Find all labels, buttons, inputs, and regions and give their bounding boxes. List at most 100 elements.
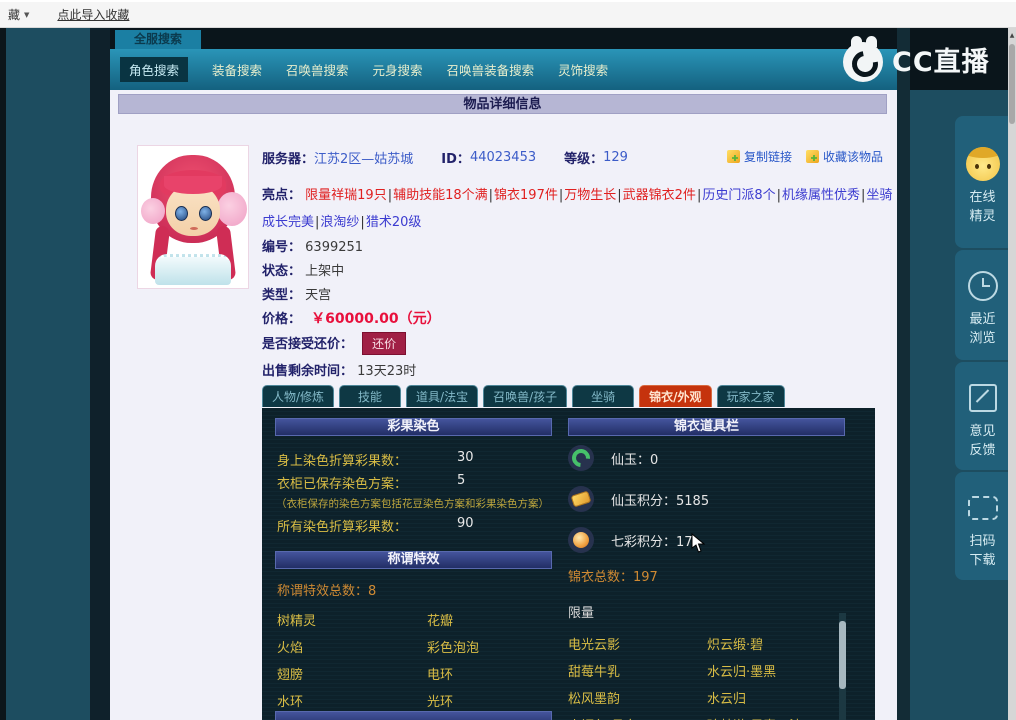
tab-home[interactable]: 玩家之家 bbox=[716, 385, 785, 407]
status-row: 状态： 上架中 bbox=[262, 264, 345, 279]
tab-lingshi-search[interactable]: 灵饰搜索 bbox=[558, 60, 608, 79]
dye-stat-row: 所有染色折算彩果数： 90 bbox=[277, 516, 474, 535]
item-detail-panel: 物品详细信息 服务器： 江苏2区—姑苏城 ID： 44023453 等级： 12… bbox=[110, 90, 897, 720]
dye-stat-row: 身上染色折算彩果数： 30 bbox=[277, 450, 474, 469]
search-nav-bar: 角色搜索 装备搜索 召唤兽搜索 元身搜索 召唤兽装备搜索 灵饰搜索 bbox=[110, 49, 897, 90]
limited-item: 水云归 bbox=[707, 692, 747, 707]
title-effects-header: 称谓特效 bbox=[275, 551, 552, 569]
page-scrollbar-thumb[interactable] bbox=[1009, 44, 1015, 124]
highlights-row: 亮点： 限量祥瑞19只|辅助技能18个满|锦衣197件|万物生长|武器锦衣2件|… bbox=[262, 188, 893, 230]
tab-pet-search[interactable]: 召唤兽搜索 bbox=[286, 60, 349, 79]
left-dark-strip bbox=[90, 28, 110, 720]
sidebar-item-recent-history[interactable]: 最近 浏览 bbox=[955, 250, 1010, 360]
qr-scan-icon bbox=[967, 496, 998, 520]
id-value: 44023453 bbox=[469, 150, 537, 165]
tab-items[interactable]: 道具/法宝 bbox=[406, 385, 479, 407]
character-avatar bbox=[137, 145, 249, 289]
cc-mascot-icon bbox=[841, 36, 887, 83]
rainbow-pearl-icon bbox=[568, 527, 594, 553]
effect-item: 电环 bbox=[427, 668, 454, 683]
edit-icon bbox=[968, 384, 997, 412]
bargain-button[interactable]: 还价 bbox=[362, 332, 407, 355]
page-scrollbar[interactable]: ▲ bbox=[1008, 28, 1016, 720]
dye-note: （衣柜保存的染色方案包括花豆染色方案和彩果染色方案） bbox=[276, 498, 549, 510]
effect-item: 花瓣 bbox=[427, 614, 454, 629]
favorite-item-button[interactable]: 收藏该物品 bbox=[805, 148, 883, 165]
bookmark-bar: 藏 ▼ 点此导入收藏 bbox=[0, 0, 1016, 28]
price-row: 价格： ￥60000.00（元） bbox=[262, 311, 441, 327]
limited-header: 限量 bbox=[568, 606, 595, 621]
server-value: 江苏2区—姑苏城 bbox=[314, 152, 414, 167]
tab-skills[interactable]: 技能 bbox=[339, 385, 402, 407]
highlight-item: 武器锦衣2件 bbox=[622, 188, 696, 203]
currency-row: 仙玉积分：5185 bbox=[568, 485, 709, 513]
sidebar-item-online-sprite[interactable]: 在线 精灵 bbox=[955, 116, 1010, 248]
import-favorites-link[interactable]: 点此导入收藏 bbox=[57, 6, 129, 23]
level-label: 等级： bbox=[564, 152, 604, 167]
item-number-row: 编号： 6399251 bbox=[262, 240, 364, 255]
effect-item: 翅膀 bbox=[277, 668, 304, 683]
tab-full-server-search[interactable]: 全服搜索 bbox=[115, 30, 201, 49]
status-value: 上架中 bbox=[305, 264, 345, 279]
price-value: ￥60000.00（元） bbox=[311, 311, 441, 327]
favorite-icon bbox=[805, 150, 819, 163]
effect-item: 火焰 bbox=[277, 641, 304, 656]
level-value: 129 bbox=[603, 150, 628, 165]
bookmark-folder[interactable]: 藏 ▼ bbox=[8, 6, 29, 23]
dye-section-header: 彩果染色 bbox=[275, 418, 552, 436]
items-section-header: 锦衣道具栏 bbox=[568, 418, 845, 436]
highlight-item: 历史门派8个 bbox=[702, 188, 776, 203]
tab-pets[interactable]: 召唤兽/孩子 bbox=[483, 385, 568, 407]
mouse-cursor-icon bbox=[691, 532, 706, 557]
tab-mounts[interactable]: 坐骑 bbox=[572, 385, 635, 407]
effect-item: 树精灵 bbox=[277, 614, 317, 629]
chevron-down-icon: ▼ bbox=[24, 10, 30, 19]
cc-logo-text: CC直播 bbox=[892, 46, 990, 78]
remaining-time-value: 13天23时 bbox=[357, 364, 417, 379]
sidebar-item-qr-download[interactable]: 扫码 下载 bbox=[955, 472, 1010, 580]
bargain-row: 是否接受还价： 还价 bbox=[262, 332, 407, 355]
cc-live-logo: CC直播 bbox=[841, 36, 990, 83]
highlight-item: 猎术20级 bbox=[365, 215, 422, 230]
next-section-header bbox=[275, 711, 552, 720]
tab-yuanshen-search[interactable]: 元身搜索 bbox=[373, 60, 423, 79]
tab-wardrobe[interactable]: 锦衣/外观 bbox=[639, 385, 712, 407]
limited-item: 炽云缎·碧 bbox=[707, 638, 764, 653]
id-label: ID： bbox=[441, 152, 470, 167]
limited-item: 小福兔·月白 bbox=[568, 715, 637, 720]
left-edge bbox=[0, 28, 6, 720]
scroll-up-arrow-icon[interactable]: ▲ bbox=[1008, 30, 1016, 42]
tab-pet-equip-search[interactable]: 召唤兽装备搜索 bbox=[447, 60, 535, 79]
copy-link-button[interactable]: 复制链接 bbox=[726, 148, 792, 165]
clock-icon bbox=[967, 271, 998, 301]
sprite-avatar-icon bbox=[965, 147, 1000, 181]
wardrobe-scrollbar-thumb[interactable] bbox=[839, 621, 846, 689]
effect-item: 彩色泡泡 bbox=[427, 641, 480, 656]
wardrobe-scrollbar[interactable] bbox=[839, 613, 846, 720]
panel-title: 物品详细信息 bbox=[118, 94, 887, 114]
type-value: 天宫 bbox=[305, 288, 332, 303]
type-row: 类型： 天宫 bbox=[262, 288, 332, 303]
limited-item: 甜莓牛乳 bbox=[568, 665, 621, 680]
limited-item: 水云归·墨黑 bbox=[707, 665, 777, 680]
tab-equip-search[interactable]: 装备搜索 bbox=[212, 60, 262, 79]
highlight-item: 万物生长 bbox=[564, 188, 617, 203]
wardrobe-panel: 彩果染色 锦衣道具栏 身上染色折算彩果数： 30 衣柜已保存染色方案： 5 （衣… bbox=[262, 408, 875, 720]
remaining-time-row: 出售剩余时间： 13天23时 bbox=[262, 364, 417, 379]
server-info-row: 服务器： 江苏2区—姑苏城 ID： 44023453 等级： 129 bbox=[262, 148, 628, 167]
copy-link-icon bbox=[726, 150, 740, 163]
limited-item: 松风墨韵 bbox=[568, 692, 621, 707]
tab-character[interactable]: 人物/修炼 bbox=[262, 385, 335, 407]
highlight-item: 浪淘纱 bbox=[320, 215, 360, 230]
sidebar-item-feedback[interactable]: 意见 反馈 bbox=[955, 362, 1010, 470]
effect-item: 水环 bbox=[277, 695, 304, 710]
highlight-item: 锦衣197件 bbox=[494, 188, 558, 203]
action-links: 复制链接 收藏该物品 bbox=[726, 148, 883, 165]
wardrobe-total: 锦衣总数：197 bbox=[568, 570, 658, 585]
highlight-item: 机缘属性优秀 bbox=[782, 188, 861, 203]
detail-tab-bar: 人物/修炼 技能 道具/法宝 召唤兽/孩子 坐骑 锦衣/外观 玩家之家 bbox=[262, 385, 785, 407]
tab-role-search[interactable]: 角色搜索 bbox=[120, 57, 189, 82]
highlights-label: 亮点： bbox=[262, 188, 302, 203]
ticket-icon bbox=[568, 486, 594, 512]
currency-row: 七彩积分：17 bbox=[568, 526, 693, 554]
